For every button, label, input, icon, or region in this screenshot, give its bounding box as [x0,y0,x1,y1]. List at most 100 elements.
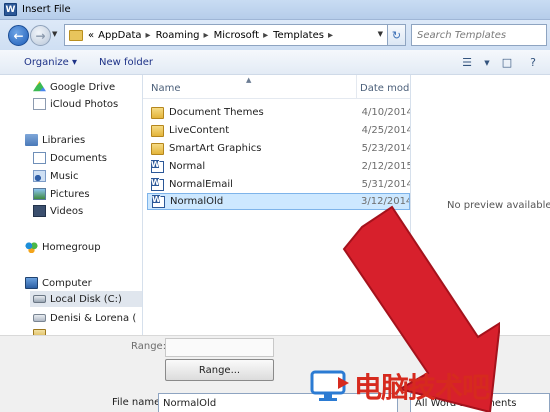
file-name: SmartArt Graphics [169,143,262,154]
nav-item-label: Homegroup [42,241,101,253]
window-title: Insert File [22,4,71,15]
organize-button[interactable]: Organize ▾ [24,57,77,68]
search-input[interactable]: Search Templates [411,24,547,46]
file-date: 4/10/2014 4 [361,107,410,118]
nav-item-documents[interactable]: Documents [33,150,107,166]
nav-item-computer[interactable]: Computer [25,275,92,291]
view-options-icon[interactable]: ☰ [456,55,478,71]
new-folder-button[interactable]: New folder [99,57,153,68]
command-toolbar: Organize ▾ New folder ☰ ▼ □ ? [0,50,550,75]
nav-item-label: Computer [42,277,92,289]
computer-icon [25,277,38,289]
column-divider[interactable] [356,75,357,99]
breadcrumb-appdata[interactable]: AppData [98,30,141,41]
word-document-icon [151,177,164,191]
file-name: LiveContent [169,125,230,136]
refresh-icon: ↻ [391,28,402,42]
nav-item-label: iCloud Photos [50,98,119,110]
icloud-icon [33,98,46,110]
file-list: ▲ Name Date modif Document Themes 4/10/2… [143,75,416,335]
breadcrumb: « AppData ▸ Roaming ▸ Microsoft ▸ Templa… [88,30,338,41]
navigation-pane: Google Drive iCloud Photos Libraries Doc… [0,75,143,341]
preview-message: No preview available. [447,200,550,211]
file-date: 5/23/2014 8 [361,143,410,154]
refresh-button[interactable]: ↻ [388,24,406,46]
title-bar: W Insert File [0,0,550,20]
filename-label: File name: [112,397,164,408]
nav-item-libraries[interactable]: Libraries [25,132,85,148]
network-drive-icon [33,314,46,322]
file-row[interactable]: SmartArt Graphics 5/23/2014 8 [147,140,410,157]
chevron-right-icon[interactable]: ▸ [263,30,268,41]
folder-icon [151,142,164,155]
watermark: 电脑技术吧 [310,360,550,412]
file-date: 5/31/2014 3 [361,179,410,190]
nav-item-network-drive[interactable]: Denisi & Lorena ( [33,310,136,326]
nav-item-videos[interactable]: Videos [33,203,83,219]
back-arrow-icon: ← [13,28,24,43]
address-dropdown-icon[interactable]: ▼ [378,30,383,38]
forward-arrow-icon: → [35,28,46,43]
view-dropdown-icon[interactable]: ▼ [482,55,492,71]
file-row[interactable]: Document Themes 4/10/2014 4 [147,104,410,121]
column-header-date[interactable]: Date modif [360,83,416,94]
navigation-bar: ← → ▼ « AppData ▸ Roaming ▸ Microsoft ▸ … [0,20,550,50]
breadcrumb-roaming[interactable]: Roaming [156,30,200,41]
folder-icon [69,29,83,41]
file-date: 3/12/2014 1 [361,196,409,207]
nav-item-google-drive[interactable]: Google Drive [33,79,115,95]
forward-button[interactable]: → [30,25,51,46]
chevron-right-icon[interactable]: ▸ [204,30,209,41]
sort-ascending-icon: ▲ [246,76,252,84]
file-name: Normal [169,161,206,172]
filename-value: NormalOld [163,397,217,409]
back-button[interactable]: ← [8,25,29,46]
nav-item-label: Local Disk (C:) [50,293,122,305]
music-icon [33,170,46,182]
nav-item-pictures[interactable]: Pictures [33,186,90,202]
nav-item-label: Libraries [42,134,86,146]
file-name: NormalEmail [169,179,233,190]
libraries-icon [25,134,38,146]
file-name: Document Themes [169,107,264,118]
file-date: 2/12/2015 5 [361,161,410,172]
file-row[interactable]: Normal 2/12/2015 5 [147,158,410,175]
file-row[interactable]: LiveContent 4/25/2014 8 [147,122,410,139]
address-bar[interactable]: « AppData ▸ Roaming ▸ Microsoft ▸ Templa… [64,24,388,46]
homegroup-icon [25,241,38,253]
watermark-text: 电脑技术吧 [354,371,490,404]
nav-item-label: Videos [50,205,84,217]
preview-pane: No preview available. [410,75,550,335]
word-icon: W [4,3,17,16]
preview-pane-icon[interactable]: □ [496,55,518,71]
monitor-logo-graphic [310,370,349,401]
nav-item-local-disk[interactable]: Local Disk (C:) [30,291,142,307]
google-drive-icon [33,81,46,92]
file-row-selected[interactable]: NormalOld 3/12/2014 1 [147,193,410,210]
file-row[interactable]: NormalEmail 5/31/2014 3 [147,176,410,193]
search-placeholder: Search Templates [417,29,507,41]
nav-item-homegroup[interactable]: Homegroup [25,239,101,255]
range-button[interactable]: Range... [165,359,274,381]
chevron-right-icon[interactable]: ▸ [146,30,151,41]
recent-pages-dropdown[interactable]: ▼ [52,30,57,38]
nav-item-label: Denisi & Lorena ( [50,312,137,324]
breadcrumb-microsoft[interactable]: Microsoft [214,30,260,41]
chevron-right-icon[interactable]: ▸ [328,30,333,41]
nav-item-music[interactable]: Music [33,168,78,184]
documents-icon [33,152,46,164]
column-header-name[interactable]: Name [151,83,181,94]
breadcrumb-templates[interactable]: Templates [273,30,324,41]
nav-item-label: Music [50,170,79,182]
nav-item-icloud-photos[interactable]: iCloud Photos [33,96,118,112]
nav-item-label: Documents [50,152,108,164]
help-icon[interactable]: ? [522,55,544,71]
nav-item-label: Google Drive [50,81,116,93]
file-date: 4/25/2014 8 [361,125,410,136]
monitor-logo-icon [310,369,350,403]
breadcrumb-overflow[interactable]: « [88,30,94,41]
pictures-icon [33,188,46,200]
file-name: NormalOld [170,196,224,207]
word-document-icon [151,159,164,173]
range-input[interactable] [165,338,274,357]
